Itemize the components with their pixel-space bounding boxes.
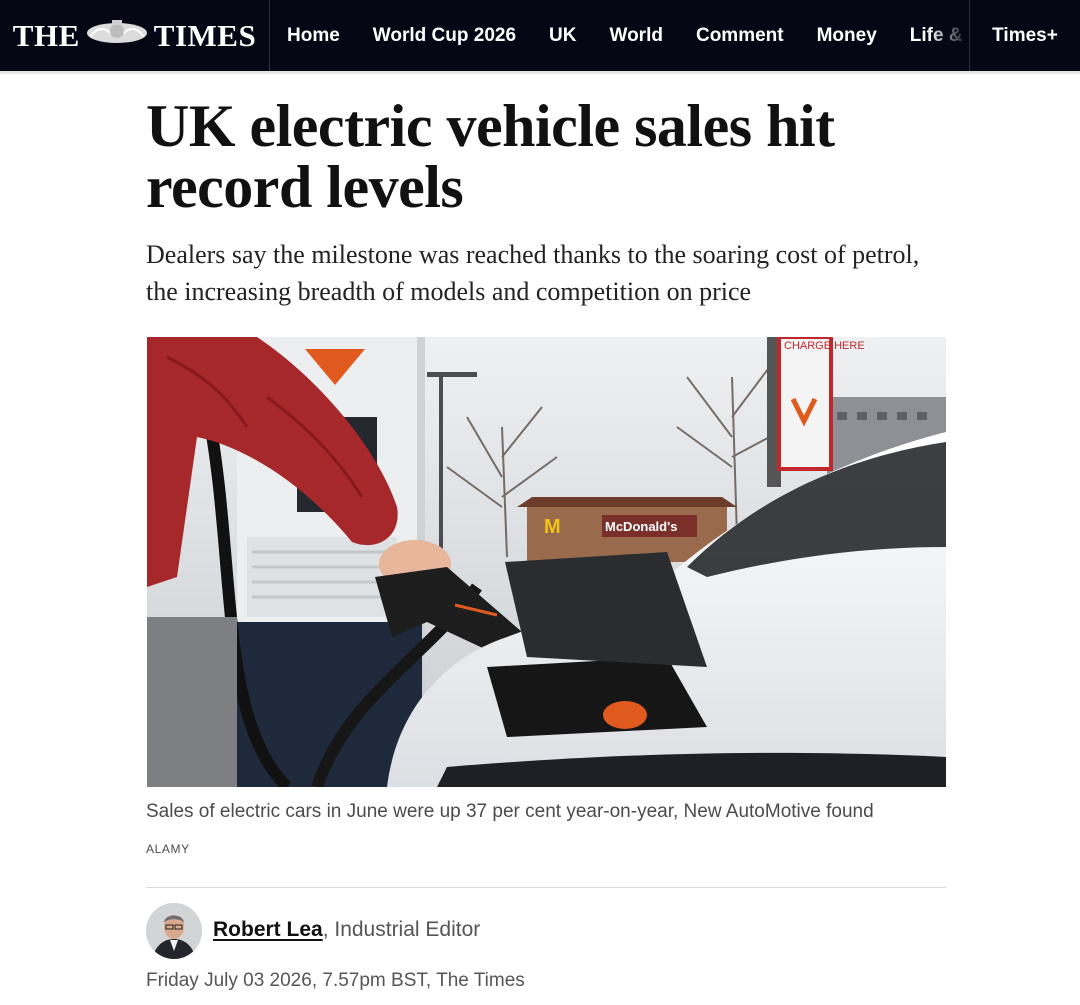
royal-crest-icon (82, 17, 152, 55)
article-dateline: Friday July 03 2026, 7.57pm BST, The Tim… (146, 970, 525, 991)
author-role: , Industrial Editor (322, 918, 481, 941)
logo-word-times: TIMES (153, 17, 257, 53)
charge-sign-text: CHARGE HERE (784, 340, 865, 352)
times-logo[interactable]: THE TIMES (0, 0, 270, 71)
article-byline: Robert Lea, Industrial Editor (213, 918, 480, 942)
mcdonalds-sign-text: McDonald's (605, 519, 677, 534)
nav-bottom-rule (0, 71, 1080, 74)
article-headline: UK electric vehicle sales hit record lev… (146, 93, 835, 220)
author-avatar[interactable] (146, 903, 202, 959)
nav-item-world-cup-2026[interactable]: World Cup 2026 (356, 25, 532, 47)
top-nav-bar: THE TIMES Home World Cup 2026 UK World C… (0, 0, 1080, 71)
nav-item-world[interactable]: World (593, 25, 679, 47)
nav-item-comment[interactable]: Comment (679, 25, 800, 47)
nav-item-uk[interactable]: UK (533, 25, 593, 47)
byline-divider (146, 887, 946, 888)
image-credit: ALAMY (146, 842, 190, 856)
article-standfirst: Dealers say the milestone was reached th… (146, 240, 920, 306)
nav-item-home[interactable]: Home (271, 25, 356, 47)
section-nav: Home World Cup 2026 UK World Comment Mon… (271, 0, 969, 71)
nav-overflow-fade (929, 0, 969, 71)
logo-word-the: THE (12, 17, 80, 53)
nav-item-money[interactable]: Money (800, 25, 893, 47)
times-plus-link[interactable]: Times+ (969, 0, 1080, 71)
hero-image[interactable]: McDonald's M CHARGE HERE (147, 337, 946, 787)
mcdonalds-arches-icon: M (544, 516, 561, 538)
image-caption: Sales of electric cars in June were up 3… (146, 801, 874, 822)
author-name-link[interactable]: Robert Lea (213, 918, 323, 941)
